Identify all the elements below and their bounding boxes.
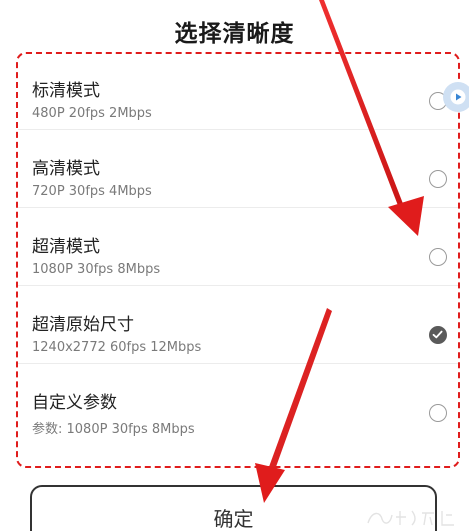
option-original-size[interactable]: 超清原始尺寸 1240x2772 60fps 12Mbps: [18, 288, 458, 364]
option-hd[interactable]: 高清模式 720P 30fps 4Mbps: [18, 132, 458, 208]
dialog-title: 选择清晰度: [174, 21, 295, 47]
option-detail: 720P 30fps 4Mbps: [32, 184, 152, 199]
option-detail: 1240x2772 60fps 12Mbps: [32, 340, 202, 355]
watermark-logo: [367, 510, 454, 526]
option-name: 标清模式: [32, 81, 100, 101]
quality-dialog: 选择清晰度 标清模式 480P 20fps 2Mbps 高清模式 720P 30…: [0, 0, 469, 531]
option-name: 超清模式: [32, 237, 100, 257]
radio-button-checked[interactable]: [429, 326, 447, 344]
option-custom[interactable]: 自定义参数 参数: 1080P 30fps 8Mbps: [18, 366, 458, 442]
option-standard[interactable]: 标清模式 480P 20fps 2Mbps: [18, 54, 458, 130]
option-detail: 1080P 30fps 8Mbps: [32, 262, 161, 277]
radio-button[interactable]: [429, 170, 447, 188]
quality-options-list: 标清模式 480P 20fps 2Mbps 高清模式 720P 30fps 4M…: [16, 52, 460, 468]
radio-button[interactable]: [429, 248, 447, 266]
radio-button[interactable]: [429, 404, 447, 422]
option-name: 自定义参数: [32, 393, 117, 413]
option-detail: 参数: 1080P 30fps 8Mbps: [32, 422, 195, 437]
option-name: 高清模式: [32, 159, 100, 179]
check-icon: [432, 330, 443, 339]
option-name: 超清原始尺寸: [32, 315, 134, 335]
play-icon: [450, 89, 466, 105]
option-ultra-hd[interactable]: 超清模式 1080P 30fps 8Mbps: [18, 210, 458, 286]
option-detail: 480P 20fps 2Mbps: [32, 106, 152, 121]
side-play-button[interactable]: [443, 82, 469, 112]
